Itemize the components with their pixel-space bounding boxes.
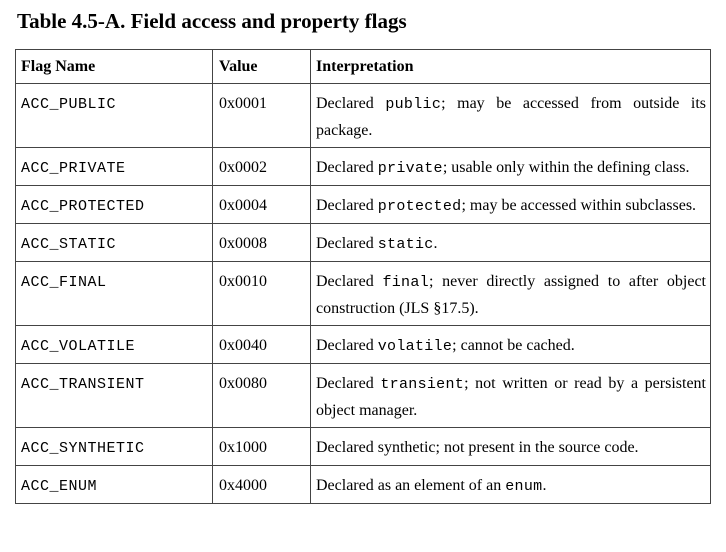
table-row: ACC_TRANSIENT 0x0080 Declared transient; n… <box>15 363 711 428</box>
interpretation-code: enum <box>505 478 543 495</box>
interpretation-post: ; usable only within the defining class. <box>442 159 690 176</box>
flag-name-cell: ACC_ENUM <box>15 465 213 504</box>
header-interpretation: Interpretation <box>310 49 711 84</box>
flag-value: 0x1000 <box>212 427 311 466</box>
flag-interpretation: Declared transient; not written or read … <box>310 363 711 428</box>
flag-name-cell: ACC_PROTECTED <box>15 185 213 224</box>
flag-name: ACC_FINAL <box>21 274 107 291</box>
flag-interpretation: Declared public; may be accessed from ou… <box>310 83 711 148</box>
interpretation-post: ; may be accessed within subclasses. <box>461 197 697 214</box>
flag-value: 0x4000 <box>212 465 311 504</box>
table-row: ACC_SYNTHETIC 0x1000 Declared synthetic; n… <box>15 427 711 466</box>
flag-name: ACC_STATIC <box>21 236 117 253</box>
interpretation-pre: Declared <box>316 159 378 176</box>
interpretation-pre: Declared <box>316 235 378 252</box>
interpretation-code: public <box>385 96 442 113</box>
interpretation-code: private <box>377 160 443 177</box>
flag-interpretation: Declared final; never directly assigned … <box>310 261 711 326</box>
interpretation-code: transient <box>380 376 465 393</box>
flag-name-cell: ACC_TRANSIENT <box>15 363 213 428</box>
flag-name-cell: ACC_SYNTHETIC <box>15 427 213 466</box>
flag-name-cell: ACC_VOLATILE <box>15 325 213 364</box>
flag-interpretation: Declared static. <box>310 223 711 262</box>
table-row: ACC_PUBLIC 0x0001 Declared public; may be … <box>15 83 711 148</box>
flag-name: ACC_TRANSIENT <box>21 376 145 393</box>
flag-name-cell: ACC_PRIVATE <box>15 147 213 186</box>
flag-interpretation: Declared volatile; cannot be cached. <box>310 325 711 364</box>
flag-value: 0x0010 <box>212 261 311 326</box>
flag-value: 0x0008 <box>212 223 311 262</box>
flag-value: 0x0002 <box>212 147 311 186</box>
field-flags-table: Flag Name Value Interpretation ACC_PUBLI… <box>15 49 711 504</box>
interpretation-code: protected <box>377 198 462 215</box>
table-row: ACC_STATIC 0x0008 Declared static. <box>15 223 711 262</box>
interpretation-code: volatile <box>377 338 453 355</box>
flag-name: ACC_PROTECTED <box>21 198 145 215</box>
table-row: ACC_VOLATILE 0x0040 Declared volatile; can… <box>15 325 711 364</box>
flag-interpretation: Declared private; usable only within the… <box>310 147 711 186</box>
header-flag-name: Flag Name <box>15 49 213 84</box>
table-row: ACC_ENUM 0x4000 Declared as an element of … <box>15 465 711 504</box>
interpretation-pre: Declared <box>316 375 381 392</box>
flag-interpretation: Declared as an element of an enum. <box>310 465 711 504</box>
interpretation-code: final <box>382 274 429 291</box>
interpretation-pre: Declared <box>316 337 378 354</box>
table-row: ACC_PRIVATE 0x0002 Declared private; usabl… <box>15 147 711 186</box>
flag-value: 0x0001 <box>212 83 311 148</box>
flag-name: ACC_ENUM <box>21 478 98 495</box>
flag-interpretation: Declared synthetic; not present in the s… <box>310 427 711 466</box>
flag-name-cell: ACC_PUBLIC <box>15 83 213 148</box>
flag-name: ACC_PUBLIC <box>21 96 117 113</box>
flag-name: ACC_PRIVATE <box>21 160 126 177</box>
flag-value: 0x0040 <box>212 325 311 364</box>
flag-name-cell: ACC_FINAL <box>15 261 213 326</box>
table-header-row: Flag Name Value Interpretation <box>15 49 711 84</box>
flag-name: ACC_VOLATILE <box>21 338 136 355</box>
interpretation-pre: Declared <box>316 197 378 214</box>
interpretation-pre: Declared synthetic; not present in the s… <box>316 439 639 456</box>
flag-value: 0x0080 <box>212 363 311 428</box>
header-value: Value <box>212 49 311 84</box>
interpretation-code: static <box>377 236 434 253</box>
flag-interpretation: Declared protected; may be accessed with… <box>310 185 711 224</box>
interpretation-pre: Declared as an element of an <box>316 477 506 494</box>
flag-value: 0x0004 <box>212 185 311 224</box>
table-caption: Table 4.5-A. Field access and property f… <box>17 9 407 33</box>
flag-name: ACC_SYNTHETIC <box>21 440 145 457</box>
table-row: ACC_FINAL 0x0010 Declared final; never dir… <box>15 261 711 326</box>
interpretation-post: . <box>542 477 547 494</box>
flag-name-cell: ACC_STATIC <box>15 223 213 262</box>
table-row: ACC_PROTECTED 0x0004 Declared protected; m… <box>15 185 711 224</box>
interpretation-post: . <box>433 235 438 252</box>
interpretation-post: ; cannot be cached. <box>452 337 575 354</box>
interpretation-pre: Declared <box>316 95 386 112</box>
interpretation-pre: Declared <box>316 273 383 290</box>
